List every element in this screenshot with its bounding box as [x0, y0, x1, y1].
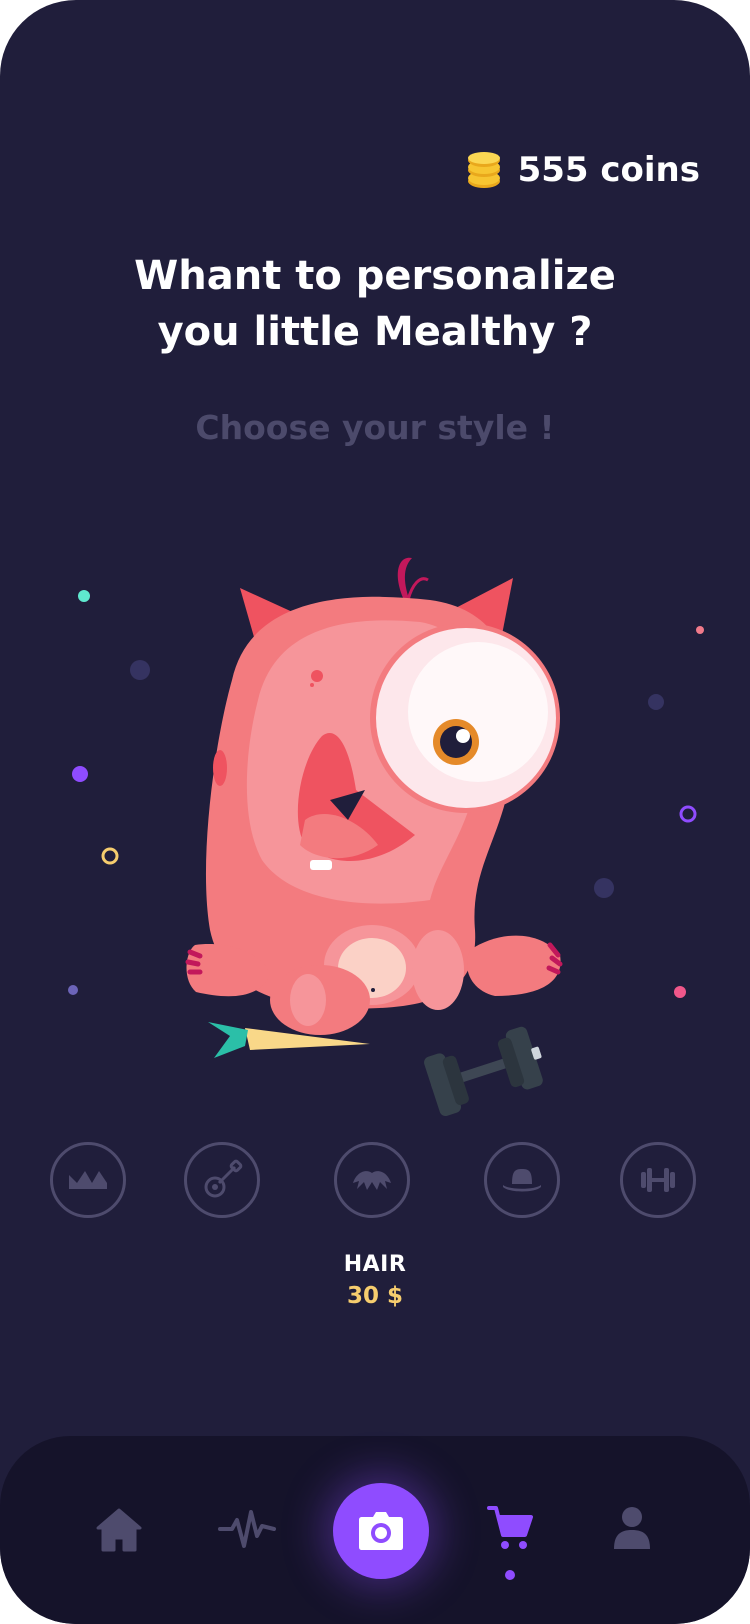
title-line-1: Whant to personalize [134, 253, 616, 299]
activity-icon [218, 1510, 276, 1548]
option-crown[interactable] [50, 1142, 126, 1218]
nav-activity[interactable] [218, 1504, 276, 1554]
crown-icon [69, 1171, 107, 1189]
monster-illustration [68, 557, 704, 1117]
camera-button[interactable] [333, 1483, 429, 1579]
style-options [0, 1142, 750, 1222]
guitar-icon [204, 1159, 243, 1198]
nav-profile[interactable] [608, 1504, 656, 1552]
home-icon [96, 1508, 142, 1552]
dumbbell-icon [641, 1168, 675, 1192]
page-subtitle: Choose your style ! [195, 408, 555, 447]
page-title: Whant to personalize you little Mealthy … [0, 248, 750, 360]
option-hair[interactable] [334, 1142, 410, 1218]
hair-icon [353, 1171, 391, 1190]
cart-icon [487, 1506, 533, 1549]
selected-item-name: HAIR [343, 1252, 407, 1277]
camera-icon [359, 1512, 403, 1550]
app-screen: 555 coins Whant to personalize you littl… [0, 0, 750, 1624]
option-hat[interactable] [484, 1142, 560, 1218]
hat-icon [503, 1169, 541, 1192]
active-indicator [505, 1570, 515, 1580]
title-line-2: you little Mealthy ? [157, 309, 593, 355]
coins-icon [467, 152, 500, 188]
option-dumbbell[interactable] [620, 1142, 696, 1218]
selected-item-price: 30 $ [346, 1283, 404, 1309]
nav-home[interactable] [94, 1504, 144, 1554]
coin-balance: 555 coins [466, 150, 700, 190]
nav-cart[interactable] [486, 1504, 534, 1552]
profile-icon [614, 1507, 650, 1549]
option-guitar[interactable] [184, 1142, 260, 1218]
coins-label: 555 coins [517, 150, 700, 190]
